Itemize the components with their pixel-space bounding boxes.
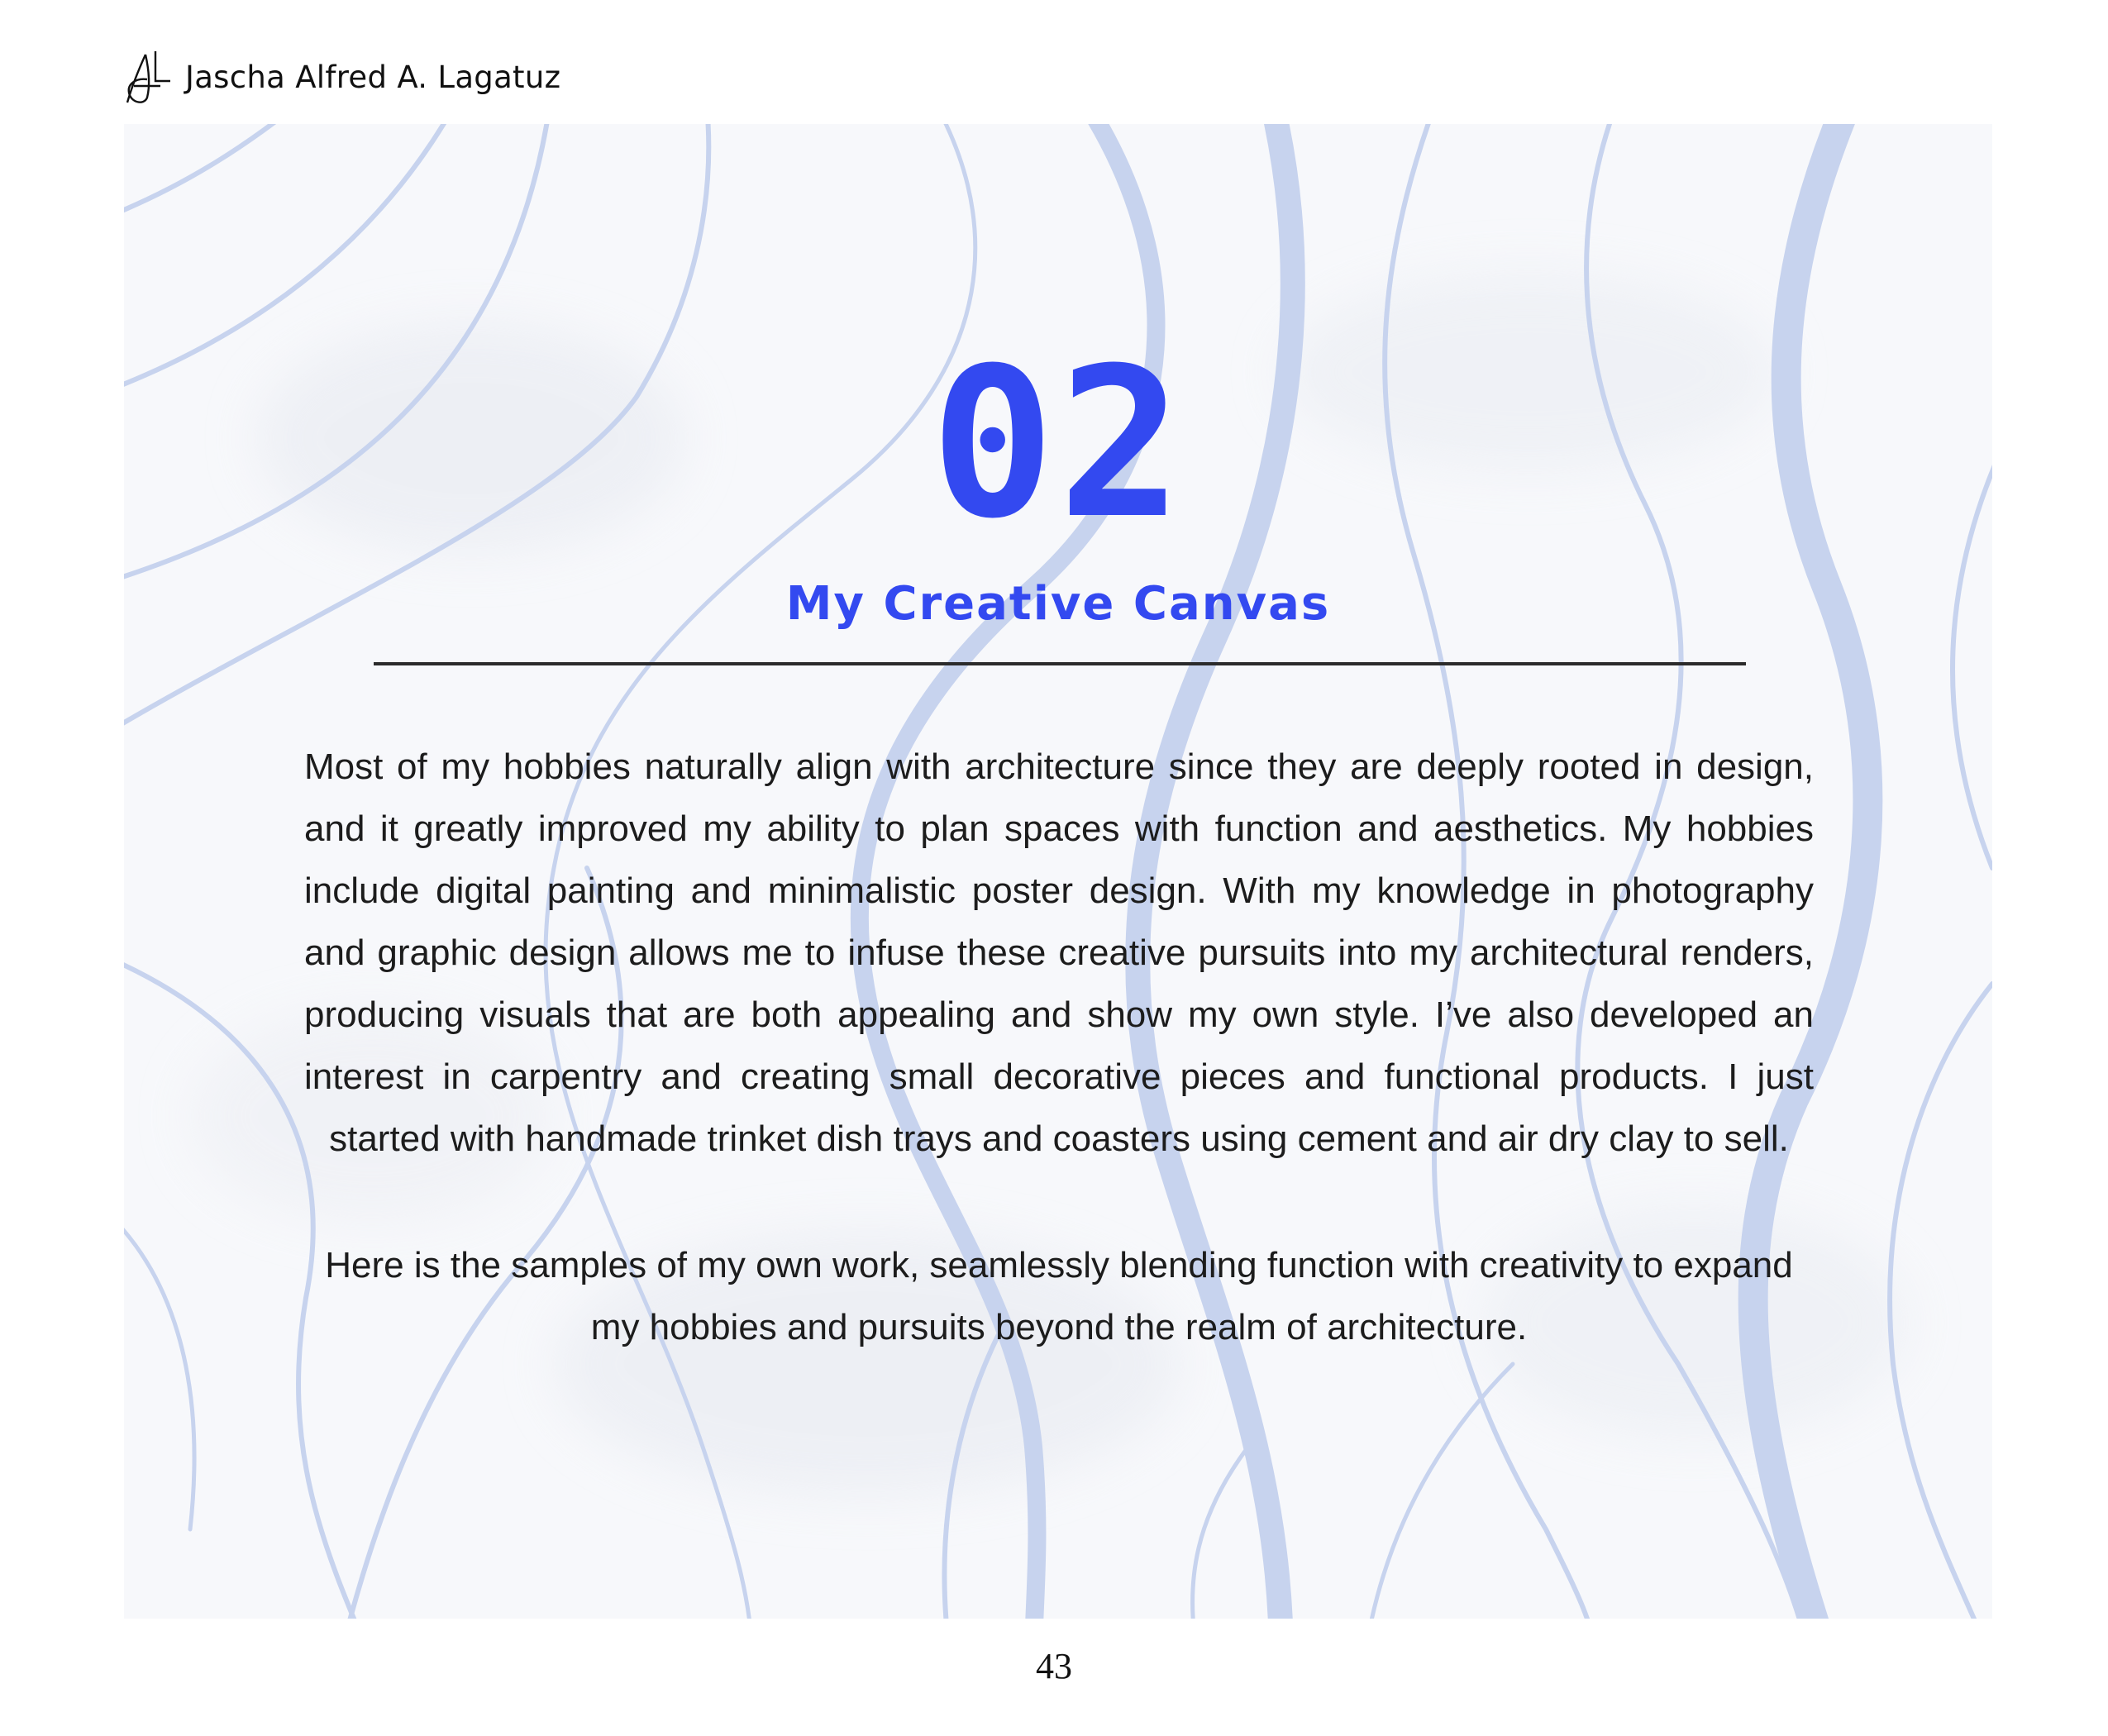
body-paragraph-1: Most of my hobbies naturally align with …: [304, 746, 1814, 1159]
section-number: 02: [930, 323, 1186, 564]
page-header: Jascha Alfred A. Lagatuz: [122, 48, 560, 106]
section-title: My Creative Canvas: [785, 577, 1331, 631]
page-number: 43: [1036, 1646, 1072, 1686]
author-name: Jascha Alfred A. Lagatuz: [185, 59, 561, 95]
content-panel: 02 My Creative Canvas Most of my hobbies…: [124, 124, 1992, 1619]
al-monogram-logo: [126, 51, 170, 103]
title-divider: [374, 662, 1746, 665]
body-paragraph-2: Here is the samples of my own work, seam…: [325, 1245, 1793, 1347]
